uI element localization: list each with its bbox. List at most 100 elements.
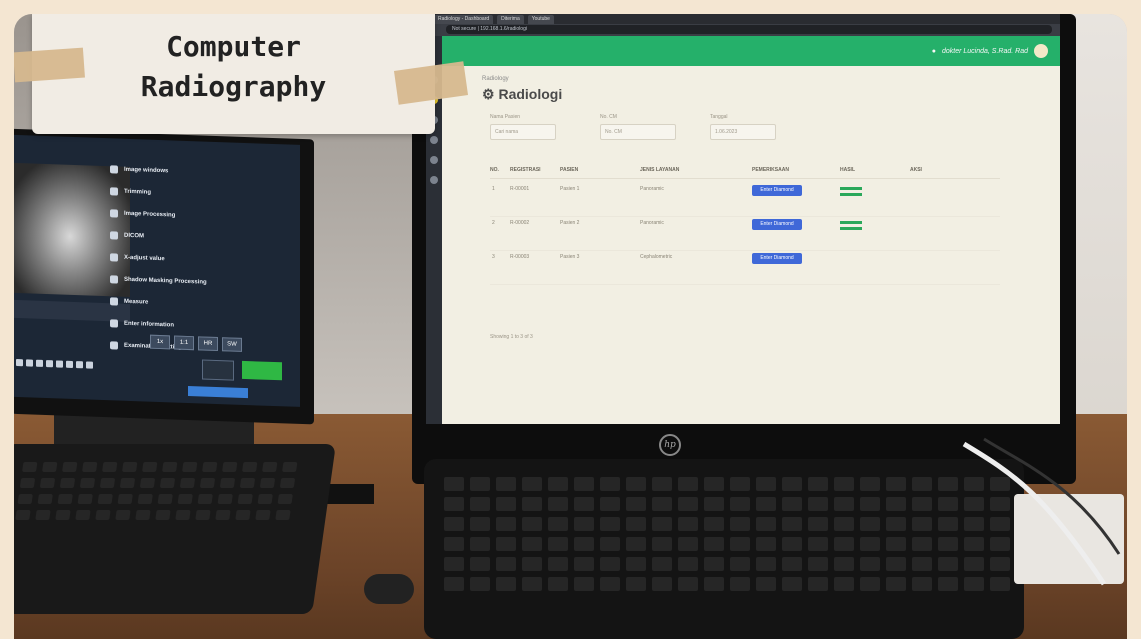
- enter-diagnosis-button[interactable]: Enter Diamond: [752, 253, 802, 264]
- enter-diagnosis-button[interactable]: Enter Diamond: [752, 219, 802, 230]
- browser-chrome: Radiology - Dashboard Diterima Youtube N…: [426, 14, 1060, 36]
- tool-icon[interactable]: [36, 359, 43, 367]
- left-keyboard: [14, 444, 336, 614]
- title-line-1: Computer: [166, 30, 301, 63]
- zoom-button[interactable]: SW: [222, 337, 242, 352]
- row-number: 3: [492, 254, 495, 260]
- page-title: ⚙ Radiologi: [482, 86, 563, 102]
- avatar[interactable]: [1034, 44, 1048, 58]
- tool-icon[interactable]: [66, 360, 73, 368]
- table-row: 3 R-00003 Pasien 3 Cephalometric Enter D…: [490, 250, 1000, 285]
- tape-left: [14, 47, 85, 83]
- menu-icon: [110, 253, 118, 262]
- user-menu[interactable]: ● dokter Lucinda, S.Rad. Rad: [932, 44, 1048, 58]
- browser-tabs: Radiology - Dashboard Diterima Youtube: [426, 14, 1060, 24]
- cr-menu-label: Enter information: [124, 320, 175, 329]
- cr-menu-label: X-adjust value: [124, 254, 165, 263]
- browser-tab[interactable]: Youtube: [527, 15, 554, 24]
- sidebar-icon[interactable]: [430, 176, 438, 184]
- tool-icon[interactable]: [56, 359, 63, 368]
- status-bar: [840, 221, 862, 224]
- filter-input[interactable]: Cari nama: [490, 124, 556, 140]
- tool-icon[interactable]: [76, 360, 83, 368]
- menu-icon: [110, 165, 118, 174]
- tool-icon[interactable]: [16, 358, 23, 366]
- status-bar: [840, 193, 862, 196]
- bell-icon[interactable]: ●: [932, 48, 936, 55]
- cr-menu: Image windows Trimming Image Processing …: [110, 158, 280, 362]
- sidebar-icon[interactable]: [430, 136, 438, 144]
- column-header: JENIS LAYANAN: [640, 167, 680, 173]
- column-header: NO.: [490, 167, 499, 173]
- column-header: HASIL: [840, 167, 855, 173]
- title-line-2: Radiography: [140, 70, 327, 103]
- cr-menu-label: Measure: [124, 298, 149, 306]
- filter-bar: Nama Pasien Cari nama No. CM No. CM Tang…: [490, 114, 1000, 154]
- left-monitor: Image windows Trimming Image Processing …: [14, 128, 314, 425]
- row-service: Panoramic: [640, 186, 664, 192]
- url-bar[interactable]: Not secure | 192.168.1.6/radiologi: [446, 25, 1052, 34]
- left-monitor-screen: Image windows Trimming Image Processing …: [14, 134, 300, 407]
- cr-menu-label: Shadow Masking Processing: [124, 276, 207, 286]
- column-header: AKSI: [910, 167, 922, 173]
- page-title-text: Radiologi: [498, 86, 563, 102]
- sidebar-icon[interactable]: [430, 156, 438, 164]
- tool-icon[interactable]: [86, 360, 93, 369]
- table-footer: Showing 1 to 3 of 3: [490, 334, 533, 340]
- row-registration: R-00001: [510, 186, 530, 192]
- table-row: 2 R-00002 Pasien 2 Panoramic Enter Diamo…: [490, 216, 1000, 251]
- column-header: PASIEN: [560, 167, 579, 173]
- status-bars: [840, 187, 862, 199]
- right-keyboard: [424, 459, 1024, 639]
- zoom-button[interactable]: HR: [198, 336, 218, 352]
- cr-menu-label: Image windows: [124, 166, 169, 175]
- menu-icon: [110, 297, 118, 306]
- cr-menu-label: DICOM: [124, 232, 144, 240]
- hp-logo: hp: [659, 434, 681, 456]
- table-row: 1 R-00001 Pasien 1 Panoramic Enter Diamo…: [490, 182, 1000, 217]
- browser-tab[interactable]: Diterima: [497, 15, 524, 24]
- filter-label: Nama Pasien: [490, 114, 521, 120]
- menu-icon: [110, 209, 118, 218]
- zoom-button[interactable]: 1:1: [174, 335, 194, 351]
- keyboard-keys: [444, 477, 1010, 591]
- breadcrumb[interactable]: Radiology: [482, 76, 509, 82]
- row-patient: Pasien 2: [560, 220, 580, 226]
- column-header: REGISTRASI: [510, 167, 541, 173]
- app-topbar: ● dokter Lucinda, S.Rad. Rad: [442, 36, 1060, 66]
- status-bar: [840, 227, 862, 230]
- filter-label: No. CM: [600, 114, 617, 120]
- menu-icon: [110, 341, 118, 350]
- right-monitor: Radiology - Dashboard Diterima Youtube N…: [412, 14, 1076, 484]
- cr-menu-label: Trimming: [124, 188, 152, 196]
- row-patient: Pasien 1: [560, 186, 580, 192]
- filter-input[interactable]: No. CM: [600, 124, 676, 140]
- next-button[interactable]: [242, 360, 282, 381]
- keyboard-keys: [15, 462, 298, 520]
- row-patient: Pasien 3: [560, 254, 580, 260]
- menu-icon: [110, 231, 118, 240]
- status-bars: [840, 221, 862, 233]
- cables: [962, 437, 1121, 586]
- tool-icon[interactable]: [46, 359, 53, 367]
- row-registration: R-00002: [510, 220, 530, 226]
- cr-toolbar: [14, 355, 146, 374]
- browser-tab[interactable]: Radiology - Dashboard: [434, 15, 494, 24]
- title-card: Computer Radiography: [32, 14, 435, 134]
- enter-diagnosis-button[interactable]: Enter Diamond: [752, 185, 802, 196]
- filter-input[interactable]: 1.06.2023: [710, 124, 776, 140]
- filter-label: Tanggal: [710, 114, 728, 120]
- row-number: 2: [492, 220, 495, 226]
- cr-menu-label: Image Processing: [124, 210, 176, 219]
- row-service: Panoramic: [640, 220, 664, 226]
- back-button[interactable]: [202, 359, 234, 381]
- menu-icon: [110, 275, 118, 284]
- column-header: PEMERIKSAAN: [752, 167, 789, 173]
- tool-icon[interactable]: [26, 358, 33, 367]
- menu-icon: [110, 319, 118, 328]
- status-bar: [840, 187, 862, 190]
- mouse: [364, 574, 414, 604]
- zoom-button[interactable]: 1x: [150, 334, 170, 350]
- right-monitor-screen: Radiology - Dashboard Diterima Youtube N…: [426, 14, 1060, 424]
- row-number: 1: [492, 186, 495, 192]
